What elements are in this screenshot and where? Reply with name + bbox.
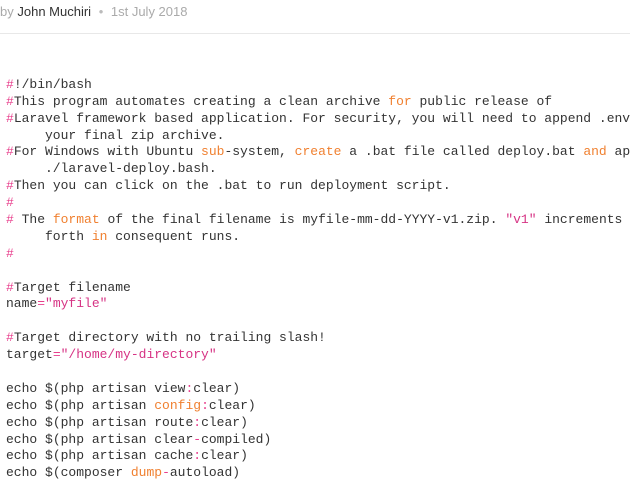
cmd-echo: echo xyxy=(6,432,37,447)
meta-separator: • xyxy=(99,4,104,19)
kw-config: config xyxy=(154,398,201,413)
str: "v1" xyxy=(505,212,536,227)
var-name: name xyxy=(6,296,37,311)
kw-sub: sub xyxy=(201,144,224,159)
code-text: increments xyxy=(537,212,630,227)
code-text: your final zip archive. xyxy=(6,128,224,143)
code-text: ./laravel-deploy.bash. xyxy=(6,161,217,176)
code-text: $(php artisan view xyxy=(37,381,185,396)
str: "/home/my-directory" xyxy=(61,347,217,362)
author-link[interactable]: John Muchiri xyxy=(17,4,91,19)
code-text: $(composer xyxy=(37,465,131,480)
code-text: consequent runs. xyxy=(107,229,240,244)
hash: # xyxy=(6,77,14,92)
code-text: $(php artisan route xyxy=(37,415,193,430)
hash: # xyxy=(6,144,14,159)
code-text: compiled) xyxy=(201,432,271,447)
by-label: by xyxy=(0,4,14,19)
hash: # xyxy=(6,111,14,126)
kw-in: in xyxy=(92,229,108,244)
kw-create: create xyxy=(295,144,342,159)
code-block: #!/bin/bash #This program automates crea… xyxy=(0,60,630,482)
hash: # xyxy=(6,195,14,210)
code-text: -system, xyxy=(224,144,294,159)
code-text: ap xyxy=(607,144,630,159)
code-text: public release of xyxy=(412,94,552,109)
cmd-echo: echo xyxy=(6,415,37,430)
op-colon: : xyxy=(193,415,201,430)
code-text: clear) xyxy=(201,415,248,430)
code-text: autoload) xyxy=(170,465,240,480)
code-text: !/bin/bash xyxy=(14,77,92,92)
op-colon: : xyxy=(193,448,201,463)
code-text: $(php artisan cache xyxy=(37,448,193,463)
code-text: Target directory with no trailing slash! xyxy=(14,330,326,345)
hash: # xyxy=(6,94,14,109)
hash: # xyxy=(6,212,14,227)
code-text: Laravel framework based application. For… xyxy=(14,111,630,126)
code-text: $(php artisan clear xyxy=(37,432,193,447)
code-text: a .bat file called deploy.bat xyxy=(341,144,583,159)
code-text: Then you can click on the .bat to run de… xyxy=(14,178,451,193)
code-text: clear) xyxy=(209,398,256,413)
kw-for: for xyxy=(388,94,411,109)
kw-format: format xyxy=(53,212,100,227)
hash: # xyxy=(6,280,14,295)
post-date: 1st July 2018 xyxy=(111,4,188,19)
op-dash: - xyxy=(193,432,201,447)
kw-dump: dump xyxy=(131,465,162,480)
hash: # xyxy=(6,330,14,345)
code-text: clear) xyxy=(193,381,240,396)
var-target: target xyxy=(6,347,53,362)
code-text: For Windows with Ubuntu xyxy=(14,144,201,159)
cmd-echo: echo xyxy=(6,465,37,480)
str: "myfile" xyxy=(45,296,107,311)
op-eq: = xyxy=(37,296,45,311)
post-meta: by John Muchiri • 1st July 2018 xyxy=(0,0,630,34)
op-colon: : xyxy=(201,398,209,413)
op-dash: - xyxy=(162,465,170,480)
code-text: forth xyxy=(6,229,92,244)
cmd-echo: echo xyxy=(6,381,37,396)
op-eq: = xyxy=(53,347,61,362)
code-text: of the final filename is myfile-mm-dd-YY… xyxy=(100,212,506,227)
cmd-echo: echo xyxy=(6,398,37,413)
kw-and: and xyxy=(583,144,606,159)
code-text: Target filename xyxy=(14,280,131,295)
code-text: clear) xyxy=(201,448,248,463)
code-text: The xyxy=(14,212,53,227)
cmd-echo: echo xyxy=(6,448,37,463)
code-text: This program automates creating a clean … xyxy=(14,94,388,109)
hash: # xyxy=(6,178,14,193)
code-text: $(php artisan xyxy=(37,398,154,413)
hash: # xyxy=(6,246,14,261)
